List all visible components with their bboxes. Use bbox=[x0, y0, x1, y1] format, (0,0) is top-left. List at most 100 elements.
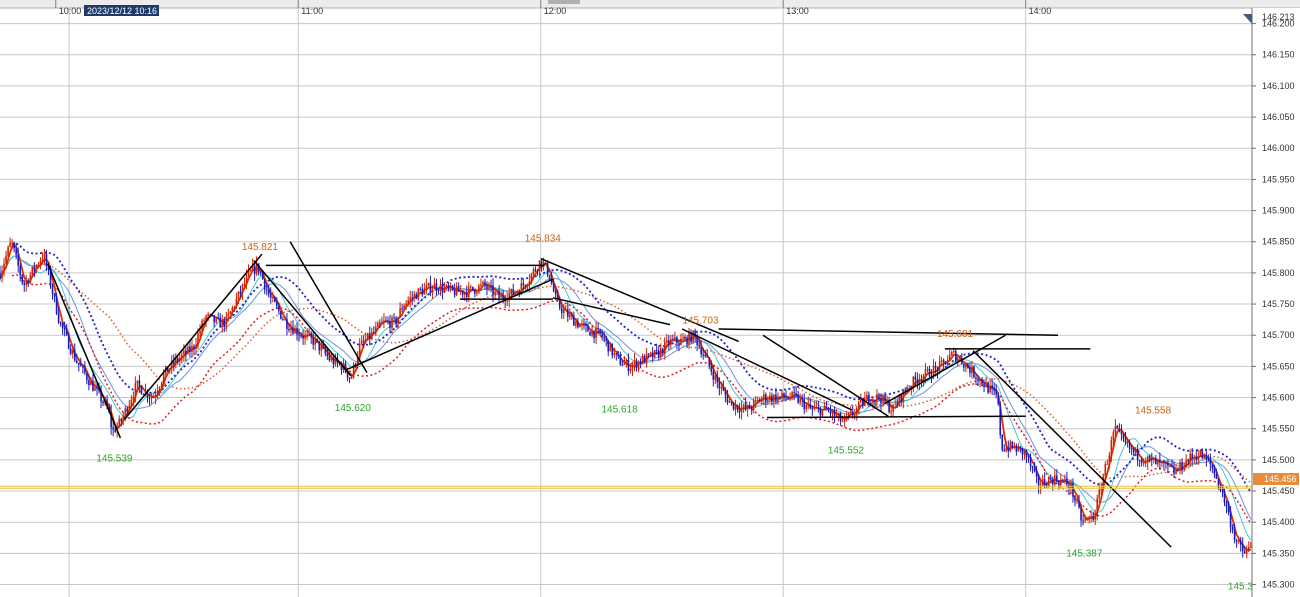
candle-body bbox=[629, 368, 632, 371]
candle-body bbox=[1132, 448, 1135, 453]
price-tick-label: 145.650 bbox=[1262, 361, 1295, 371]
candle-body bbox=[65, 329, 68, 335]
candle-body bbox=[1049, 478, 1052, 480]
candle-body bbox=[1058, 481, 1060, 486]
candle-body bbox=[868, 394, 870, 403]
candle-body bbox=[189, 346, 191, 352]
candle-body bbox=[1197, 456, 1200, 460]
candle-body bbox=[647, 353, 650, 355]
candle-body bbox=[35, 265, 38, 271]
candle-body bbox=[223, 319, 226, 327]
candle-body bbox=[724, 390, 727, 396]
price-tick-label: 145.900 bbox=[1262, 206, 1295, 216]
candle-body bbox=[765, 394, 767, 402]
candle-body bbox=[162, 373, 165, 383]
candle-body bbox=[75, 360, 78, 363]
candle-body bbox=[195, 344, 197, 349]
candle-body bbox=[736, 404, 739, 410]
candle-body bbox=[57, 313, 60, 323]
candle-body bbox=[1017, 446, 1020, 452]
candle-body bbox=[1136, 448, 1139, 460]
candle-body bbox=[823, 405, 826, 409]
candle-body bbox=[134, 383, 137, 398]
candle-body bbox=[158, 387, 161, 392]
price-tick-label: 145.850 bbox=[1262, 237, 1295, 247]
candle-body bbox=[1092, 516, 1094, 520]
candle-body bbox=[1094, 515, 1096, 520]
candle-body bbox=[763, 394, 765, 399]
high-price-annotation: 145.703 bbox=[682, 315, 719, 326]
candle-body bbox=[837, 413, 840, 416]
candle-body bbox=[71, 349, 74, 354]
candle-body bbox=[328, 355, 331, 361]
candle-body bbox=[39, 261, 42, 265]
candle-body bbox=[882, 394, 884, 404]
candle-body bbox=[320, 345, 323, 351]
candle-body bbox=[494, 291, 496, 296]
candle-body bbox=[225, 315, 228, 327]
candle-body bbox=[985, 382, 987, 388]
candle-body bbox=[348, 377, 351, 379]
candle-body bbox=[312, 337, 315, 345]
price-tick-label: 145.700 bbox=[1262, 330, 1295, 340]
candle-body bbox=[1056, 475, 1058, 482]
candle-body bbox=[381, 321, 383, 324]
candle-body bbox=[926, 368, 929, 370]
candle-body bbox=[31, 267, 34, 275]
candlestick-chart[interactable]: 145.539 145.821 145.620 145.834 145.618 145.7… bbox=[0, 0, 1300, 597]
candle-body bbox=[1150, 458, 1153, 460]
high-price-annotation: 145.681 bbox=[937, 329, 974, 340]
candle-body bbox=[1035, 471, 1038, 477]
candle-body bbox=[1047, 478, 1050, 487]
candle-body bbox=[1082, 520, 1084, 522]
candle-body bbox=[872, 399, 874, 404]
candle-body bbox=[80, 364, 82, 367]
candle-body bbox=[474, 290, 476, 294]
candle-body bbox=[130, 400, 133, 406]
candle-body bbox=[718, 382, 721, 389]
candle-body bbox=[1124, 438, 1127, 443]
candle-body bbox=[318, 341, 321, 351]
candle-body bbox=[324, 347, 327, 354]
candle-body bbox=[482, 281, 484, 285]
candle-body bbox=[132, 397, 135, 401]
candle-body bbox=[55, 296, 58, 314]
candle-body bbox=[801, 398, 804, 400]
candle-body bbox=[613, 353, 616, 356]
candle-body bbox=[1023, 450, 1026, 455]
candle-body bbox=[912, 376, 915, 388]
candle-body bbox=[461, 291, 464, 295]
candle-body bbox=[1245, 549, 1248, 554]
candle-body bbox=[282, 318, 284, 320]
cursor-time-layer: 2023/12/12 10:16 bbox=[84, 5, 159, 16]
candle-body bbox=[670, 338, 672, 345]
candle-body bbox=[805, 404, 808, 410]
candle-body bbox=[227, 313, 230, 316]
chart-root[interactable]: 145.539 145.821 145.620 145.834 145.618 145.7… bbox=[0, 0, 1300, 597]
candle-body bbox=[69, 348, 72, 354]
scroll-handle[interactable] bbox=[548, 0, 580, 4]
candle-body bbox=[278, 305, 280, 312]
candle-body bbox=[213, 315, 215, 323]
candle-body bbox=[728, 401, 731, 403]
candle-body bbox=[1221, 490, 1224, 492]
candle-body bbox=[245, 275, 248, 284]
candle-body bbox=[43, 253, 46, 260]
candle-body bbox=[389, 321, 391, 329]
candle-body bbox=[447, 285, 450, 289]
candle-body bbox=[948, 355, 951, 361]
current-price-label: 145.456 bbox=[1264, 474, 1297, 484]
candle-body bbox=[674, 337, 676, 340]
candle-body bbox=[362, 340, 365, 342]
candle-body bbox=[995, 390, 997, 395]
price-tick-label: 145.550 bbox=[1262, 424, 1295, 434]
candle-body bbox=[308, 333, 310, 335]
candle-body bbox=[395, 317, 397, 325]
candle-body bbox=[585, 324, 587, 326]
candle-body bbox=[326, 353, 329, 356]
candle-body bbox=[1106, 463, 1109, 465]
candle-body bbox=[136, 380, 139, 384]
candle-body bbox=[393, 317, 395, 319]
candle-body bbox=[455, 286, 458, 296]
candle-body bbox=[1072, 482, 1074, 497]
